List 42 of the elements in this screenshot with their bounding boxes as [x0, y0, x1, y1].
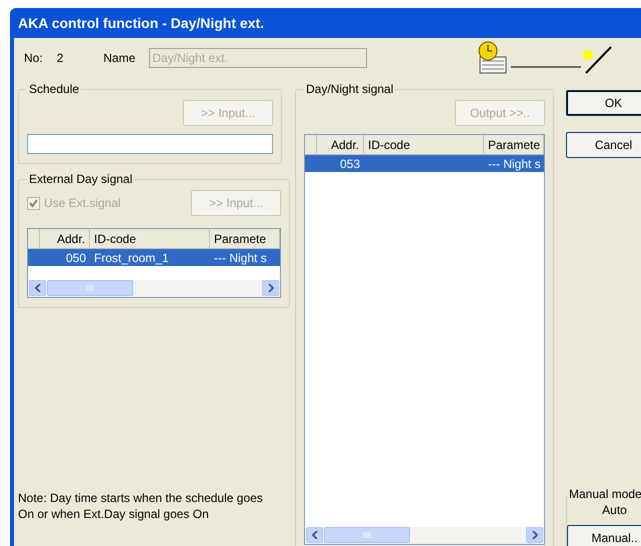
right-chevron-icon [268, 284, 274, 292]
scroll-left-button[interactable] [29, 280, 46, 296]
list-cell-text: Frost_room_1 [93, 250, 170, 266]
scroll-left-button[interactable] [306, 527, 323, 543]
list-cell-text: --- Night s [487, 156, 542, 172]
list-cell-text: --- Night s [213, 250, 268, 266]
scroll-thumb[interactable] [47, 280, 133, 296]
name-label: Name [103, 51, 136, 65]
column-header[interactable]: Paramete [210, 229, 280, 248]
ok-button[interactable]: OK [566, 90, 641, 116]
list-row[interactable]: 053 --- Night s [305, 155, 544, 172]
group-title: Day/Night signal [305, 82, 394, 96]
column-header[interactable]: Addr. [317, 135, 364, 154]
list-row[interactable]: 050 Frost_room_1 --- Night s [28, 249, 280, 266]
mode-status: Auto [601, 503, 628, 517]
grip-icon [363, 532, 371, 538]
number-label: No: [24, 51, 43, 65]
cancel-button[interactable]: Cancel [566, 132, 641, 158]
column-header[interactable]: ID-code [90, 229, 210, 248]
column-header[interactable]: ID-code [364, 135, 484, 154]
schedule-field[interactable] [27, 134, 273, 154]
horizontal-scrollbar[interactable] [28, 280, 280, 297]
group-title: Schedule [28, 82, 80, 96]
horizontal-scrollbar[interactable] [305, 527, 544, 544]
list-cell-text: 053 [338, 156, 361, 172]
grip-icon [86, 285, 94, 291]
number-value: 2 [56, 51, 64, 65]
group-title: Manual mode [568, 487, 641, 501]
note-text: Note: Day time starts when the schedule goes On or when Ext.Day signal goes On [18, 490, 264, 522]
scroll-right-button[interactable] [526, 527, 543, 543]
scroll-right-button[interactable] [262, 280, 279, 296]
right-chevron-icon [532, 531, 538, 539]
window-title: AKA control function - Day/Night ext. [17, 14, 266, 33]
manual-button[interactable]: Manual.. [567, 525, 641, 546]
column-header[interactable]: Addr. [40, 229, 90, 248]
list-cell-text: 050 [64, 250, 87, 266]
checkbox-label: Use Ext.signal [44, 196, 121, 210]
group-title: External Day signal [28, 172, 134, 186]
left-chevron-icon [312, 531, 318, 539]
left-chevron-icon [34, 284, 40, 292]
column-header[interactable]: Paramete [484, 135, 544, 154]
scroll-thumb[interactable] [324, 527, 410, 543]
